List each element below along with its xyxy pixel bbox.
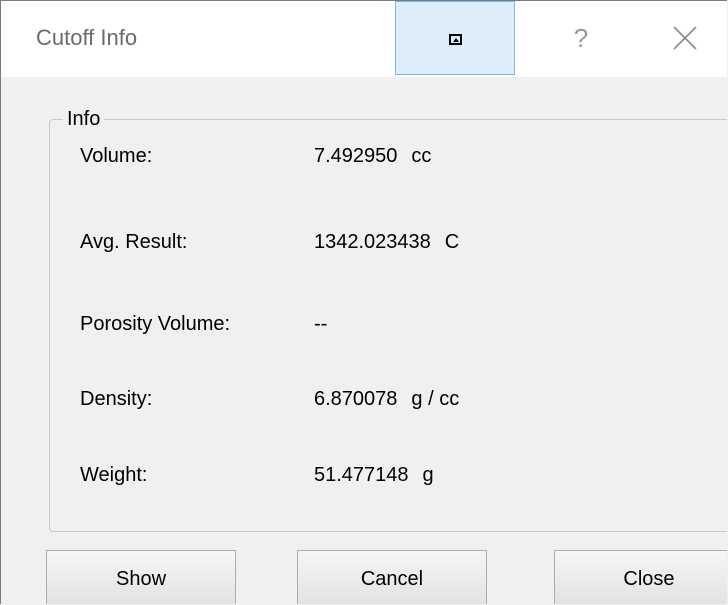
avg-result-label: Avg. Result: — [80, 231, 188, 253]
window-title: Cutoff Info — [36, 25, 138, 50]
weight-unit: g — [422, 464, 434, 486]
show-button[interactable]: Show — [46, 550, 236, 604]
title-bar[interactable]: Cutoff Info ? — [1, 1, 727, 77]
cancel-button[interactable]: Cancel — [297, 550, 487, 604]
help-icon: ? — [573, 22, 589, 53]
density-value: 6.870078 g / cc — [314, 388, 460, 410]
porosity-volume-label: Porosity Volume: — [80, 313, 231, 335]
weight-value: 51.477148 g — [314, 464, 434, 486]
density-label: Density: — [80, 388, 153, 410]
cutoff-info-dialog: Cutoff Info ? Info Volume: 7.492950 cc Av… — [0, 0, 727, 604]
close-icon — [673, 26, 697, 50]
help-button[interactable]: ? — [541, 1, 621, 75]
weight-label: Weight: — [80, 464, 148, 486]
volume-unit: cc — [411, 145, 432, 167]
avg-result-value: 1342.023438 C — [314, 231, 460, 253]
close-window-button[interactable] — [641, 1, 727, 75]
porosity-volume-value: -- — [314, 313, 328, 335]
density-unit: g / cc — [411, 388, 460, 410]
restore-button[interactable] — [395, 1, 515, 75]
avg-result-unit: C — [444, 231, 460, 253]
close-button[interactable]: Close — [554, 550, 727, 604]
info-group-label: Info — [63, 108, 105, 131]
restore-icon — [448, 33, 462, 45]
volume-value: 7.492950 cc — [314, 145, 432, 167]
volume-label: Volume: — [80, 145, 153, 167]
